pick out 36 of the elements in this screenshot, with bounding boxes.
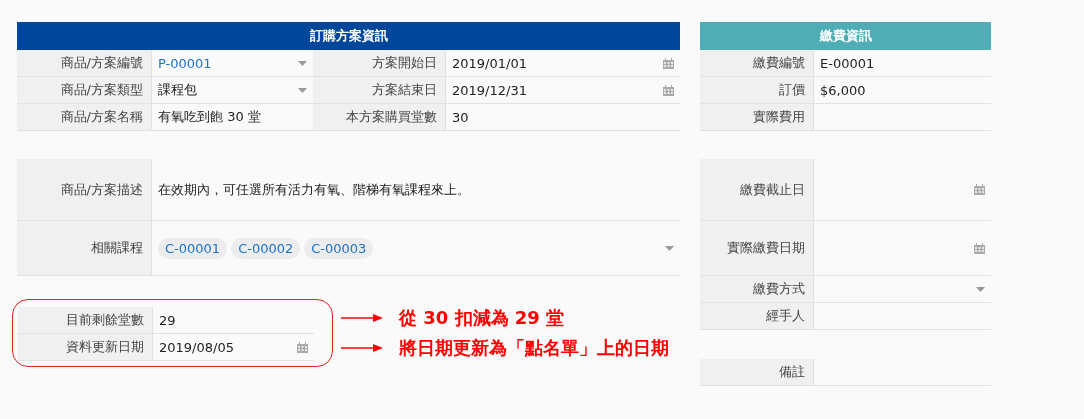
field-label: 資料更新日期 xyxy=(18,334,153,360)
caret-icon xyxy=(298,60,307,66)
field-label: 實際費用 xyxy=(700,104,814,130)
caret-icon xyxy=(298,87,307,93)
arrow-icon xyxy=(341,313,383,323)
field-label: 本方案購買堂數 xyxy=(313,104,446,130)
arrow-icon xyxy=(341,343,383,353)
course-tag[interactable]: C-00001 xyxy=(158,237,228,259)
section-header: 訂購方案資訊 xyxy=(17,22,680,50)
field-label: 繳費截止日 xyxy=(700,159,814,220)
calendar-icon xyxy=(663,57,674,69)
field-label: 商品/方案類型 xyxy=(17,77,152,103)
field-label: 經手人 xyxy=(700,303,814,329)
caret-icon xyxy=(976,286,985,292)
field-label: 商品/方案描述 xyxy=(17,159,152,220)
calendar-icon xyxy=(297,341,308,353)
calendar-icon xyxy=(663,84,674,96)
calendar-icon xyxy=(974,242,985,254)
field-label: 實際繳費日期 xyxy=(700,221,814,275)
course-tag[interactable]: C-00003 xyxy=(304,237,374,259)
field-label: 相關課程 xyxy=(17,221,152,275)
course-tag[interactable]: C-00002 xyxy=(231,237,301,259)
field-label: 訂價 xyxy=(700,77,814,103)
section-header: 繳費資訊 xyxy=(700,22,991,50)
annotation-text: 從 30 扣減為 29 堂 xyxy=(399,306,565,330)
field-label: 方案結束日 xyxy=(313,77,446,103)
calendar-icon xyxy=(974,184,985,195)
field-label: 繳費方式 xyxy=(700,276,814,302)
caret-icon xyxy=(665,245,674,251)
field-label: 目前剩餘堂數 xyxy=(18,307,153,333)
field-label: 方案開始日 xyxy=(313,50,446,76)
field-label: 備註 xyxy=(700,359,814,385)
annotation-text: 將日期更新為「點名單」上的日期 xyxy=(399,336,669,360)
field-label: 商品/方案編號 xyxy=(17,50,152,76)
field-label: 繳費編號 xyxy=(700,50,814,76)
field-label: 商品/方案名稱 xyxy=(17,104,152,130)
